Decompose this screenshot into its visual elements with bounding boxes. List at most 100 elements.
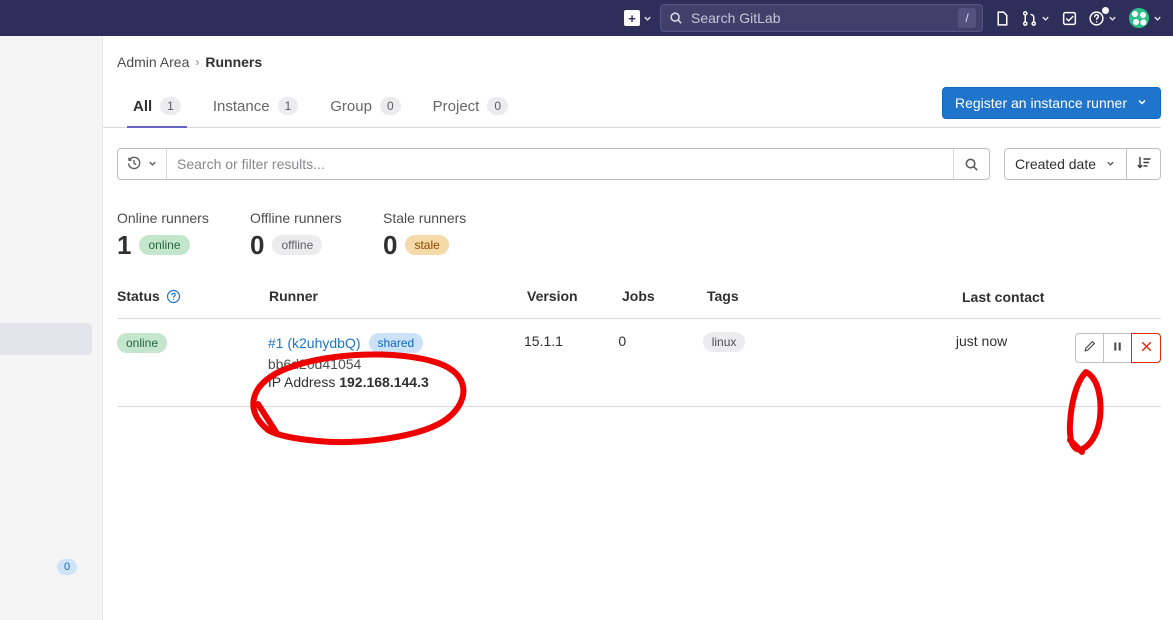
chevron-down-icon (1107, 13, 1118, 24)
cell-last-contact: just now (956, 333, 1075, 349)
tab-instance-label: Instance (213, 98, 270, 115)
tab-all-count: 1 (160, 97, 181, 115)
runner-link[interactable]: #1 (k2uhydbQ) (268, 335, 361, 351)
search-input[interactable] (689, 9, 958, 27)
register-instance-runner-button[interactable]: Register an instance runner (942, 87, 1161, 119)
search-slash-shortcut: / (958, 8, 976, 28)
search-or-filter-input[interactable] (167, 149, 953, 179)
recent-searches-dropdown[interactable] (118, 149, 167, 179)
runner-scope-tabs: All 1 Instance 1 Group 0 Project 0 Regis… (103, 82, 1161, 128)
issues-icon[interactable] (989, 0, 1016, 36)
breadcrumb-admin-area[interactable]: Admin Area (117, 54, 189, 70)
edit-runner-button[interactable] (1075, 333, 1103, 363)
column-header-jobs: Jobs (622, 288, 707, 304)
runner-action-buttons (1075, 333, 1161, 363)
sort-direction-button[interactable] (1127, 148, 1161, 180)
tab-project-count: 0 (487, 97, 508, 115)
pencil-edit-icon (1082, 339, 1097, 357)
cell-status: online (117, 333, 268, 353)
stat-offline-value: 0 offline (250, 232, 383, 258)
cell-jobs: 0 (618, 333, 702, 349)
stat-stale-value: 0 stale (383, 232, 516, 258)
tab-project-label: Project (433, 98, 480, 115)
merge-requests-button[interactable] (1016, 0, 1056, 36)
register-instance-runner-label: Register an instance runner (955, 95, 1127, 111)
runner-description: bb6d20d41054 (268, 356, 524, 372)
column-header-status-label: Status (117, 288, 160, 304)
search-icon (669, 11, 683, 25)
runner-ip-address: IP Address 192.168.144.3 (268, 374, 524, 390)
stat-online-value: 1 online (117, 232, 250, 258)
status-badge-stale: stale (405, 235, 448, 255)
close-x-icon (1139, 339, 1154, 357)
sidebar-count-badge: 0 (57, 559, 77, 575)
tab-instance[interactable]: Instance 1 (197, 97, 314, 127)
cell-runner: #1 (k2uhydbQ) shared bb6d20d41054 IP Add… (268, 333, 524, 390)
status-badge: online (117, 333, 167, 353)
status-badge-online: online (139, 235, 189, 255)
column-header-status: Status (117, 288, 269, 304)
tab-group[interactable]: Group 0 (314, 97, 416, 127)
runner-stats: Online runners 1 online Offline runners … (103, 180, 1173, 258)
tab-group-label: Group (330, 98, 372, 115)
sort-field-label: Created date (1015, 156, 1096, 172)
pause-runner-button[interactable] (1103, 333, 1131, 363)
stat-offline-label: Offline runners (250, 210, 383, 226)
delete-runner-button[interactable] (1131, 333, 1161, 363)
chevron-down-icon (1152, 13, 1163, 24)
plus-square-icon: + (624, 10, 640, 26)
runner-type-badge: shared (369, 333, 424, 353)
cell-actions (1075, 333, 1161, 363)
user-menu-button[interactable] (1123, 0, 1173, 36)
stat-stale-label: Stale runners (383, 210, 516, 226)
merge-request-icon (1021, 10, 1038, 27)
sort-controls: Created date (1004, 148, 1161, 180)
cell-tags: linux (703, 333, 956, 349)
stat-offline-count: 0 (250, 232, 264, 258)
help-question-icon[interactable] (166, 289, 181, 304)
tag-badge: linux (703, 332, 746, 352)
table-header-row: Status Runner Version Jobs Tags Last con… (117, 288, 1161, 319)
gitlab-admin-runners-page: + / (0, 0, 1173, 620)
stat-online-count: 1 (117, 232, 131, 258)
filter-toolbar: Created date (103, 128, 1173, 180)
column-header-tags: Tags (707, 288, 962, 304)
runner-ip-label: IP Address (268, 374, 335, 390)
stat-online-label: Online runners (117, 210, 250, 226)
chevron-down-icon (642, 13, 653, 24)
sort-field-dropdown[interactable]: Created date (1004, 148, 1127, 180)
navbar-right-group: + / (619, 0, 1173, 36)
tab-all-label: All (133, 98, 152, 115)
runner-title-line: #1 (k2uhydbQ) shared (268, 333, 524, 353)
breadcrumb: Admin Area › Runners (103, 36, 1173, 82)
tab-instance-count: 1 (278, 97, 299, 115)
chevron-down-icon (1040, 13, 1051, 24)
stat-stale-count: 0 (383, 232, 397, 258)
tabs-list: All 1 Instance 1 Group 0 Project 0 (117, 81, 524, 127)
stat-stale-runners: Stale runners 0 stale (383, 210, 516, 258)
history-clock-icon (126, 155, 142, 174)
new-item-button[interactable]: + (619, 0, 658, 36)
search-submit-button[interactable] (953, 149, 989, 179)
pause-icon (1111, 340, 1124, 356)
sidebar-active-item[interactable] (0, 323, 92, 355)
cell-version: 15.1.1 (524, 333, 618, 349)
table-row: online #1 (k2uhydbQ) shared bb6d20d41054… (117, 319, 1161, 407)
status-badge-offline: offline (272, 235, 322, 255)
breadcrumb-separator-icon: › (195, 55, 199, 69)
stat-offline-runners: Offline runners 0 offline (250, 210, 383, 258)
todos-button[interactable] (1056, 0, 1083, 36)
tab-project[interactable]: Project 0 (417, 97, 524, 127)
left-sidebar: 0 (0, 36, 103, 620)
global-search-box[interactable]: / (660, 4, 983, 32)
todo-checkbox-icon (1061, 10, 1078, 27)
sort-descending-icon (1136, 155, 1152, 174)
runners-table: Status Runner Version Jobs Tags Last con… (117, 288, 1161, 407)
chevron-down-icon (1136, 95, 1148, 111)
avatar (1128, 7, 1150, 29)
help-button[interactable] (1083, 0, 1123, 36)
runner-ip-value: 192.168.144.3 (339, 374, 429, 390)
tab-all[interactable]: All 1 (117, 97, 197, 127)
stat-online-runners: Online runners 1 online (117, 210, 250, 258)
filtered-search-box[interactable] (117, 148, 990, 180)
